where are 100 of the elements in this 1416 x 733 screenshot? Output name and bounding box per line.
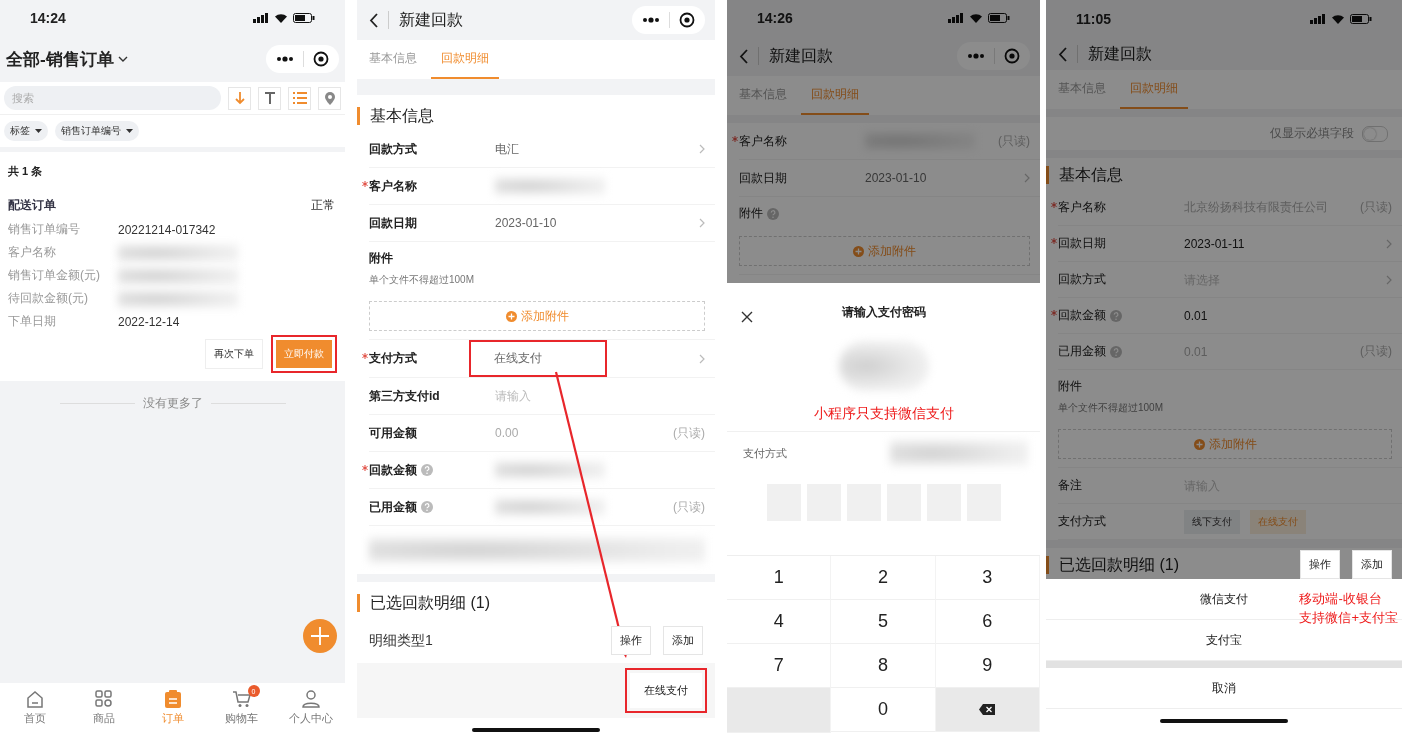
detail-action-button[interactable]: 操作	[1300, 549, 1340, 579]
upload-hint: 单个文件不得超过100M	[369, 273, 475, 287]
target-icon[interactable]	[679, 12, 695, 28]
help-icon[interactable]	[421, 464, 433, 476]
keypad-key[interactable]: 7	[727, 644, 832, 688]
reorder-button[interactable]: 再次下单	[205, 339, 263, 369]
order-type: 配送订单	[8, 197, 56, 214]
field-value[interactable]: 2023-01-10	[495, 216, 557, 230]
search-field[interactable]: 搜索	[4, 86, 221, 110]
keypad-key[interactable]: 1	[727, 556, 832, 600]
nav-tab[interactable]: 个人中心	[276, 683, 345, 733]
chevron-down-icon[interactable]	[117, 56, 128, 62]
keypad-key[interactable]: 9	[935, 644, 1040, 688]
chevron-right-icon[interactable]	[699, 144, 705, 154]
field-value[interactable]: 电汇	[495, 140, 519, 158]
filter-button[interactable]	[258, 86, 281, 110]
nav-tab[interactable]: 商品	[69, 683, 138, 733]
field-label: 回款金额	[1058, 307, 1106, 324]
list-view-button[interactable]	[288, 86, 311, 110]
help-icon[interactable]	[421, 501, 433, 513]
status-time: 14:24	[30, 10, 66, 26]
keypad-key[interactable]: 8	[831, 644, 936, 688]
help-icon[interactable]	[1110, 345, 1122, 358]
target-icon[interactable]	[313, 51, 329, 67]
read-only-tag: (只读)	[673, 498, 705, 516]
field-label: 第三方支付id	[369, 387, 440, 405]
end-of-list-text: 没有更多了	[142, 395, 203, 412]
battery-icon	[1350, 14, 1372, 24]
close-icon[interactable]	[741, 311, 753, 323]
field-label: 支付方式	[1058, 513, 1107, 530]
battery-icon	[293, 13, 315, 23]
field-value[interactable]: 2023-01-10	[865, 171, 927, 185]
field-label: 回款方式	[369, 140, 417, 158]
field-label: 回款日期	[369, 214, 417, 232]
more-icon[interactable]	[967, 53, 985, 59]
field-label: 客户名称	[369, 177, 417, 195]
field-label: 附件	[739, 205, 763, 222]
order-card[interactable]: 配送订单 正常 销售订单编号 20221214-017342 客户名称 销售订单金额(元) 待回款金额(元) 下单日期 2022-12-14 再次下单 立即付款	[0, 187, 345, 381]
detail-action-button[interactable]: 添加	[1352, 549, 1392, 579]
field-label: 客户名称	[1058, 199, 1106, 216]
sort-button[interactable]	[228, 86, 251, 110]
keypad-key[interactable]: 3	[935, 556, 1040, 600]
help-icon[interactable]	[1110, 309, 1122, 322]
section-title: 已选回款明细 (1)	[357, 594, 490, 612]
field-value[interactable]: 在线支付	[474, 345, 602, 372]
location-button[interactable]	[318, 86, 341, 110]
field-label: 客户名称	[8, 244, 57, 261]
toggle-switch[interactable]	[1362, 125, 1388, 142]
caret-icon	[35, 129, 42, 133]
field-label: 回款日期	[1058, 235, 1106, 252]
field-label: 已用金额	[369, 498, 417, 516]
input-field[interactable]: 请输入	[495, 389, 705, 403]
online-pay-button[interactable]: 在线支付	[630, 673, 702, 708]
wifi-icon	[274, 13, 288, 23]
chevron-right-icon[interactable]	[1386, 274, 1392, 285]
filter-dropdown[interactable]: 标签	[4, 121, 48, 141]
signal-icon	[1310, 14, 1326, 24]
home-icon	[25, 690, 44, 708]
keypad-key[interactable]: 4	[727, 600, 832, 644]
signal-icon	[253, 13, 269, 23]
detail-action-button[interactable]: 操作	[611, 626, 651, 655]
chevron-right-icon[interactable]	[1024, 173, 1030, 183]
list-icon	[292, 92, 307, 104]
add-button[interactable]	[303, 619, 337, 653]
help-icon[interactable]	[767, 207, 779, 220]
field-value: 2022-12-14	[118, 314, 180, 329]
detail-action-button[interactable]: 添加	[663, 626, 703, 655]
section-title: 已选回款明细 (1)	[1046, 556, 1179, 574]
back-icon[interactable]	[369, 12, 378, 28]
caret-icon	[126, 129, 133, 133]
more-icon[interactable]	[642, 17, 660, 23]
location-pin-icon	[324, 91, 335, 105]
page-title[interactable]: 全部-销售订单	[6, 47, 114, 71]
delete-key[interactable]	[935, 688, 1040, 732]
field-label: 回款方式	[1058, 271, 1106, 288]
field-value[interactable]: 2023-01-11	[1184, 236, 1245, 251]
result-count: 共 1 条	[0, 152, 345, 187]
plus-icon	[310, 626, 330, 646]
field-value[interactable]: 0.01	[1184, 308, 1208, 323]
keypad-key[interactable]: 2	[831, 556, 936, 600]
plus-circle-icon	[1193, 438, 1205, 450]
chevron-right-icon[interactable]	[1386, 238, 1392, 249]
nav-tab[interactable]: 首页	[0, 683, 69, 733]
keypad-key[interactable]: 0	[831, 688, 936, 732]
cart-icon	[231, 690, 252, 708]
backspace-icon	[979, 704, 996, 715]
order-status: 正常	[311, 197, 335, 214]
page-title: 新建回款	[1088, 43, 1152, 64]
annotation-text: 支持微信+支付宝	[1299, 609, 1398, 627]
filter-dropdown[interactable]: 销售订单编号	[55, 121, 139, 141]
more-icon[interactable]	[276, 56, 294, 62]
payment-option[interactable]: 线下支付	[1184, 509, 1240, 534]
battery-icon	[988, 13, 1010, 23]
keypad-key[interactable]: 5	[831, 600, 936, 644]
annotation-text: 移动端-收银台	[1299, 590, 1383, 608]
chevron-right-icon[interactable]	[699, 353, 705, 364]
target-icon[interactable]	[1004, 48, 1020, 64]
grid-icon	[94, 690, 113, 708]
chevron-right-icon[interactable]	[699, 218, 705, 228]
keypad-key[interactable]: 6	[935, 600, 1040, 644]
